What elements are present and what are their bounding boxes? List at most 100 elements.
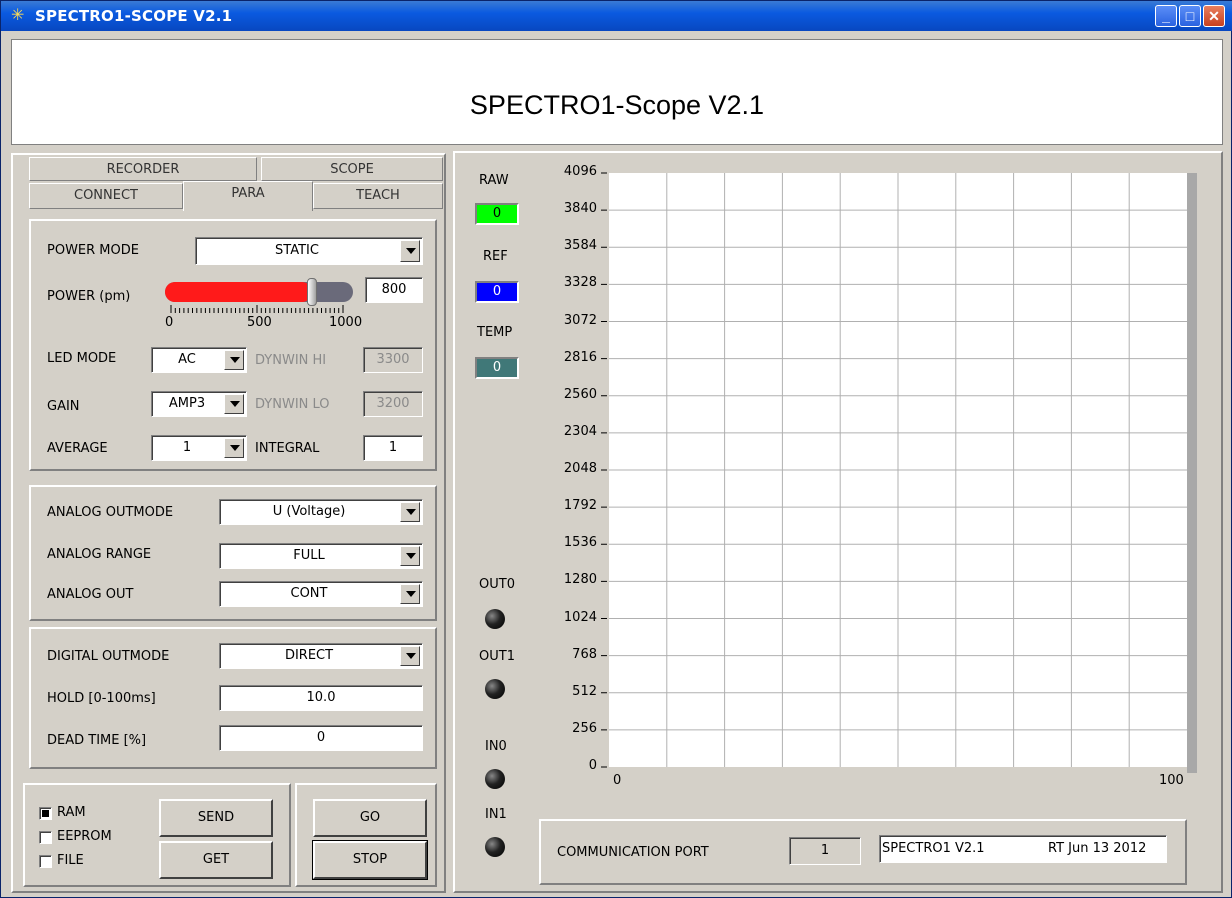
average-value: 1	[182, 440, 192, 455]
in0-label: IN0	[485, 739, 507, 754]
tab-teach[interactable]: TEACH	[313, 183, 443, 209]
y-tick-label: 2048	[563, 461, 597, 476]
out0-led	[485, 609, 505, 629]
x-tick-label: 0	[613, 773, 622, 788]
integral-field[interactable]: 1	[363, 435, 423, 461]
scale-mid-label: 500	[247, 315, 272, 330]
chevron-down-icon[interactable]	[400, 502, 420, 522]
title-bar[interactable]: ✳ SPECTRO1-SCOPE V2.1 _ □ ✕	[1, 1, 1232, 31]
power-value-field[interactable]: 800	[365, 277, 423, 303]
digital-outmode-label: DIGITAL OUTMODE	[47, 649, 170, 664]
eeprom-checkbox[interactable]	[39, 831, 52, 844]
ram-label: RAM	[57, 805, 86, 820]
comm-port-field[interactable]: 1	[789, 837, 861, 865]
analog-range-select[interactable]: FULL	[219, 543, 423, 569]
in1-led	[485, 837, 505, 857]
power-mode-select[interactable]: STATIC	[195, 237, 423, 265]
window-title: SPECTRO1-SCOPE V2.1	[35, 7, 233, 25]
analog-out-label: ANALOG OUT	[47, 587, 134, 602]
minimize-button[interactable]: _	[1155, 5, 1177, 27]
tab-para[interactable]: PARA	[183, 181, 313, 211]
power-slider-thumb[interactable]	[307, 278, 317, 306]
get-button[interactable]: GET	[159, 841, 273, 879]
app-window: ✳ SPECTRO1-SCOPE V2.1 _ □ ✕ SPECTRO1-Sco…	[0, 0, 1232, 898]
file-label: FILE	[57, 853, 84, 868]
led-mode-label: LED MODE	[47, 351, 117, 366]
out1-label: OUT1	[479, 649, 515, 664]
y-tick-label: 512	[572, 683, 597, 699]
chevron-down-icon[interactable]	[224, 350, 244, 370]
y-tick-label: 1536	[563, 535, 597, 551]
send-button[interactable]: SEND	[159, 799, 273, 837]
dynwin-lo-field[interactable]: 3200	[363, 391, 423, 417]
maximize-button[interactable]: □	[1179, 5, 1201, 27]
gain-value: AMP3	[168, 396, 206, 411]
scale-max-label: 1000	[329, 315, 363, 330]
chevron-down-icon[interactable]	[400, 646, 420, 666]
out0-label: OUT0	[479, 577, 515, 592]
average-label: AVERAGE	[47, 441, 108, 456]
tab-connect[interactable]: CONNECT	[29, 183, 183, 209]
y-tick-label: 1280	[563, 572, 597, 588]
hold-field[interactable]: 10.0	[219, 685, 423, 711]
y-tick-label: 2304	[563, 423, 597, 439]
y-tick-label: 3328	[563, 275, 597, 291]
led-mode-select[interactable]: AC	[151, 347, 247, 373]
y-tick-label: 3584	[563, 238, 597, 254]
in1-label: IN1	[485, 807, 507, 822]
out1-led	[485, 679, 505, 699]
in0-led	[485, 769, 505, 789]
file-checkbox[interactable]	[39, 855, 52, 868]
stop-button[interactable]: STOP	[312, 840, 428, 880]
scale-min-label: 0	[165, 315, 174, 330]
digital-outmode-select[interactable]: DIRECT	[219, 643, 423, 669]
app-icon: ✳	[11, 7, 25, 24]
hold-label: HOLD [0-100ms]	[47, 691, 156, 706]
power-slider[interactable]	[165, 278, 353, 306]
ram-checkbox[interactable]	[39, 807, 52, 820]
chevron-down-icon[interactable]	[224, 394, 244, 414]
y-tick-label: 1024	[563, 609, 597, 625]
chevron-down-icon[interactable]	[224, 438, 244, 458]
integral-label: INTEGRAL	[255, 441, 320, 456]
analog-out-select[interactable]: CONT	[219, 581, 423, 607]
chevron-down-icon[interactable]	[400, 584, 420, 604]
power-mode-label: POWER MODE	[47, 243, 139, 258]
temp-label: TEMP	[477, 325, 513, 340]
analog-range-label: ANALOG RANGE	[47, 547, 152, 562]
firmware-version: SPECTRO1 V2.1	[882, 841, 985, 856]
dynwin-hi-field[interactable]: 3300	[363, 347, 423, 373]
ref-label: REF	[483, 249, 508, 264]
raw-label: RAW	[479, 173, 509, 188]
y-tick-label: 1792	[563, 498, 597, 514]
analog-range-value: FULL	[293, 548, 325, 563]
app-heading: SPECTRO1-Scope V2.1	[469, 90, 765, 120]
analog-out-value: CONT	[290, 586, 328, 601]
average-select[interactable]: 1	[151, 435, 247, 461]
y-tick-label: 256	[572, 720, 597, 736]
dead-time-field[interactable]: 0	[219, 725, 423, 751]
chevron-down-icon[interactable]	[400, 546, 420, 566]
close-button[interactable]: ✕	[1203, 5, 1225, 27]
analog-outmode-select[interactable]: U (Voltage)	[219, 499, 423, 525]
dead-time-label: DEAD TIME [%]	[47, 733, 147, 748]
dynwin-lo-label: DYNWIN LO	[255, 397, 330, 412]
dynwin-hi-label: DYNWIN HI	[255, 353, 327, 368]
scope-chart[interactable]	[541, 159, 1201, 807]
tab-scope[interactable]: SCOPE	[261, 157, 443, 181]
power-mode-value: STATIC	[275, 243, 319, 258]
y-tick-label: 3072	[563, 312, 597, 328]
tab-recorder[interactable]: RECORDER	[29, 157, 257, 181]
firmware-info-field: SPECTRO1 V2.1 RT Jun 13 2012	[879, 835, 1167, 863]
y-tick-label: 768	[572, 646, 597, 662]
go-button[interactable]: GO	[313, 799, 427, 837]
analog-outmode-value: U (Voltage)	[272, 504, 346, 519]
y-tick-label: 2816	[563, 349, 597, 365]
x-tick-label: 100	[1159, 773, 1184, 788]
chevron-down-icon[interactable]	[400, 240, 420, 262]
y-tick-label: 4096	[563, 164, 597, 179]
temp-indicator: 0	[475, 357, 519, 379]
gain-select[interactable]: AMP3	[151, 391, 247, 417]
comm-port-label: COMMUNICATION PORT	[557, 845, 709, 860]
power-label: POWER (pm)	[47, 289, 131, 304]
